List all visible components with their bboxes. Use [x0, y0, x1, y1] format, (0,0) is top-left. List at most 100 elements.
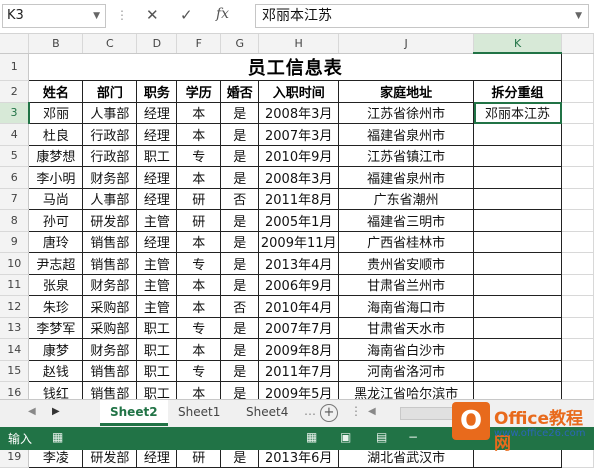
normal-view-icon[interactable]: ▦ — [306, 430, 317, 444]
table-header-cell[interactable]: 学历 — [176, 80, 222, 103]
table-cell[interactable]: 销售部 — [82, 230, 138, 253]
table-cell[interactable]: 采购部 — [82, 316, 138, 339]
hscroll-left-icon[interactable]: ◀ — [368, 406, 376, 417]
table-cell[interactable]: 人事部 — [82, 101, 138, 124]
table-header-cell[interactable]: 拆分重组 — [473, 80, 563, 103]
macro-record-icon[interactable]: ▦ — [52, 430, 63, 444]
row-header[interactable]: 4 — [0, 123, 30, 146]
row-header[interactable]: 6 — [0, 166, 30, 189]
table-cell[interactable] — [473, 187, 563, 210]
table-cell[interactable]: 是 — [220, 338, 260, 361]
expand-formula-icon[interactable]: ▼ — [575, 5, 582, 27]
table-cell[interactable]: 职工 — [136, 144, 178, 167]
table-cell[interactable]: 销售部 — [82, 252, 138, 275]
table-cell[interactable]: 经理 — [136, 101, 178, 124]
table-cell[interactable]: 本 — [176, 101, 222, 124]
table-cell[interactable]: 研发部 — [82, 209, 138, 232]
table-cell[interactable]: 是 — [220, 316, 260, 339]
table-cell[interactable] — [473, 338, 563, 361]
table-cell[interactable]: 经理 — [136, 123, 178, 146]
table-cell[interactable] — [473, 230, 563, 253]
column-header[interactable]: G — [220, 34, 260, 54]
table-cell[interactable]: 专 — [176, 359, 222, 382]
column-header[interactable]: F — [176, 34, 222, 54]
column-header[interactable]: C — [82, 34, 138, 54]
table-cell[interactable]: 职工 — [136, 359, 178, 382]
table-cell[interactable]: 职工 — [136, 316, 178, 339]
tab-bar-grip-icon[interactable]: ⋮ — [350, 404, 362, 418]
sheet-tab-sheet2[interactable]: Sheet2 — [100, 400, 168, 426]
table-cell[interactable]: 经理 — [136, 230, 178, 253]
table-cell[interactable]: 甘肃省天水市 — [338, 316, 475, 339]
sheet-tab-sheet1[interactable]: Sheet1 — [168, 400, 230, 426]
table-cell[interactable] — [473, 316, 563, 339]
row-header[interactable]: 11 — [0, 274, 30, 296]
cell[interactable] — [561, 209, 594, 232]
table-cell[interactable] — [473, 209, 563, 232]
row-header[interactable]: 15 — [0, 360, 30, 382]
table-cell[interactable]: 2011年7月 — [258, 359, 340, 382]
column-header[interactable]: H — [258, 34, 340, 54]
row-header[interactable]: 14 — [0, 338, 30, 361]
table-cell[interactable]: 河南省洛河市 — [338, 359, 475, 382]
table-header-cell[interactable]: 婚否 — [220, 80, 260, 103]
table-cell[interactable] — [473, 295, 563, 318]
column-header-selected[interactable]: K — [473, 34, 563, 54]
table-cell[interactable]: 本 — [176, 166, 222, 189]
table-cell[interactable]: 康梦 — [28, 338, 84, 361]
table-cell[interactable]: 福建省泉州市 — [338, 166, 475, 189]
table-cell[interactable]: 是 — [220, 123, 260, 146]
column-header-blank[interactable] — [561, 34, 594, 54]
name-box[interactable]: K3 ▼ — [2, 4, 106, 28]
table-cell[interactable]: 唐玲 — [28, 230, 84, 253]
table-cell[interactable]: 本 — [176, 273, 222, 296]
more-sheets-icon[interactable]: … — [304, 404, 316, 418]
cell[interactable] — [561, 295, 594, 318]
table-cell[interactable]: 本 — [176, 230, 222, 253]
table-cell[interactable]: 2006年9月 — [258, 273, 340, 296]
table-cell[interactable]: 海南省白沙市 — [338, 338, 475, 361]
table-cell[interactable]: 行政部 — [82, 123, 138, 146]
cell[interactable] — [561, 80, 594, 103]
insert-function-icon[interactable]: fx — [216, 6, 229, 22]
table-cell[interactable]: 是 — [220, 144, 260, 167]
cell[interactable] — [561, 338, 594, 361]
row-header[interactable]: 1 — [0, 53, 30, 81]
table-cell[interactable]: 福建省三明市 — [338, 209, 475, 232]
row-header[interactable]: 12 — [0, 295, 30, 318]
row-header[interactable]: 9 — [0, 231, 30, 253]
row-header[interactable]: 8 — [0, 209, 30, 232]
row-header[interactable]: 5 — [0, 145, 30, 167]
scroll-tabs-left-icon[interactable]: ◀ — [28, 406, 36, 417]
table-cell[interactable]: 2010年9月 — [258, 144, 340, 167]
row-header[interactable]: 7 — [0, 188, 30, 210]
table-cell[interactable]: 是 — [220, 209, 260, 232]
cancel-icon[interactable]: ✕ — [146, 6, 159, 24]
table-cell[interactable] — [473, 359, 563, 382]
sheet-title[interactable]: 员工信息表 — [28, 52, 563, 81]
scroll-tabs-right-icon[interactable]: ▶ — [52, 406, 60, 417]
table-cell[interactable]: 朱珍 — [28, 295, 84, 318]
table-cell[interactable]: 是 — [220, 101, 260, 124]
table-cell[interactable]: 海南省海口市 — [338, 295, 475, 318]
table-cell[interactable]: 是 — [220, 230, 260, 253]
table-cell[interactable]: 是 — [220, 273, 260, 296]
table-cell[interactable]: 财务部 — [82, 166, 138, 189]
cell[interactable] — [561, 123, 594, 146]
formula-input[interactable]: 邓丽本江苏 ▼ — [255, 4, 589, 28]
table-cell[interactable]: 康梦想 — [28, 144, 84, 167]
table-cell[interactable]: 主管 — [136, 252, 178, 275]
table-cell[interactable]: 李小明 — [28, 166, 84, 189]
table-cell[interactable]: 2008年3月 — [258, 166, 340, 189]
row-header[interactable]: 3 — [0, 102, 30, 124]
table-cell[interactable]: 甘肃省兰州市 — [338, 273, 475, 296]
table-cell[interactable]: 福建省泉州市 — [338, 123, 475, 146]
table-cell[interactable]: 2009年8月 — [258, 338, 340, 361]
table-cell[interactable]: 采购部 — [82, 295, 138, 318]
table-header-cell[interactable]: 部门 — [82, 80, 138, 103]
table-cell[interactable]: 是 — [220, 359, 260, 382]
table-cell[interactable]: 2009年11月 — [258, 230, 340, 253]
table-cell[interactable]: 经理 — [136, 166, 178, 189]
cell[interactable] — [561, 166, 594, 189]
table-cell[interactable]: 广西省桂林市 — [338, 230, 475, 253]
